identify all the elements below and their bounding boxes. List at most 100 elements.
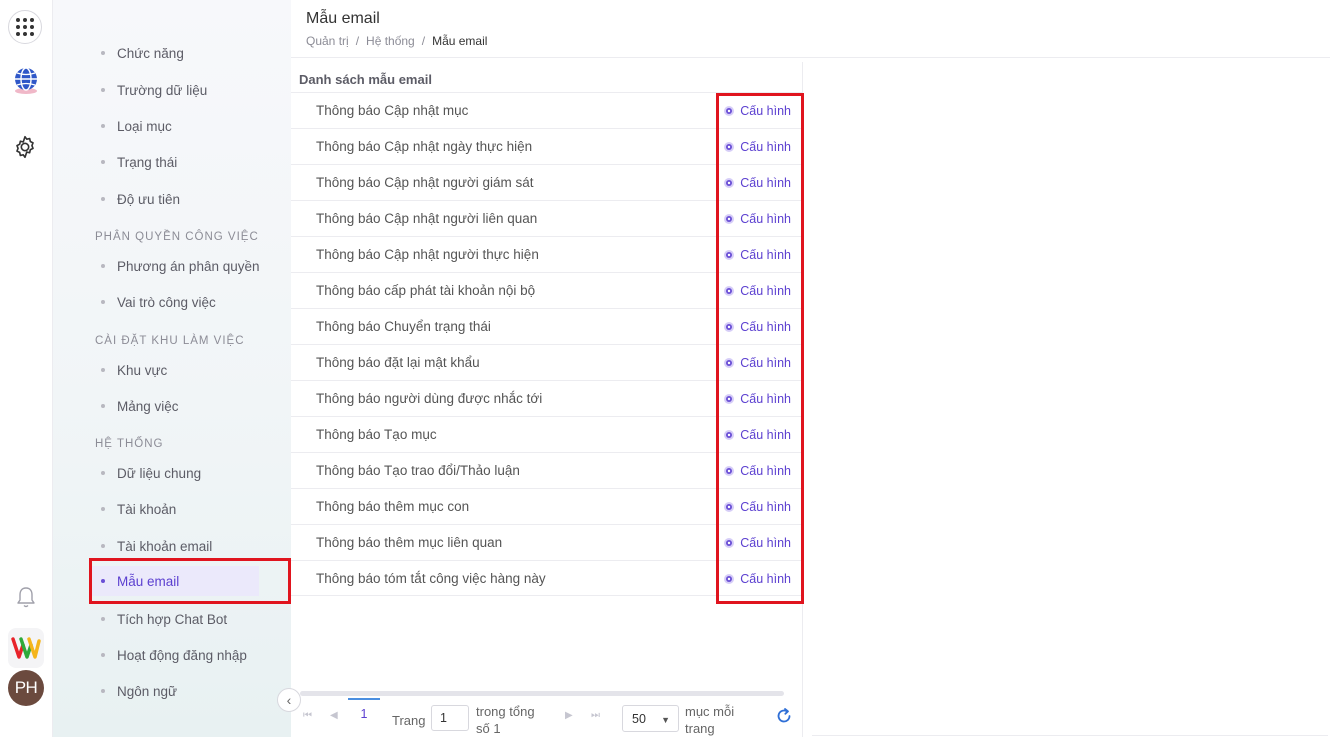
last-page-icon[interactable]: ⏭ <box>591 710 600 721</box>
gear-icon <box>724 358 735 368</box>
detail-panel <box>804 62 1330 737</box>
table-row[interactable]: Thông báo Cập nhật mục Cấu hình <box>291 92 803 128</box>
sidebar-item-mau-email[interactable]: Mẫu email <box>89 566 259 596</box>
gear-icon <box>724 322 735 332</box>
configure-button[interactable]: Cấu hình <box>723 237 791 273</box>
table-row[interactable]: Thông báo cấp phát tài khoản nội bộ Cấu … <box>291 272 803 308</box>
configure-button[interactable]: Cấu hình <box>723 525 791 561</box>
bell-icon[interactable] <box>15 585 37 609</box>
sidebar-item-label: Vai trò công việc <box>117 294 216 310</box>
email-template-list-panel: Danh sách mẫu email Thông báo Cập nhật m… <box>291 62 803 737</box>
table-row[interactable]: Thông báo thêm mục con Cấu hình <box>291 488 803 524</box>
template-name: Thông báo Tạo trao đổi/Thảo luận <box>316 463 520 478</box>
configure-button[interactable]: Cấu hình <box>723 417 791 453</box>
sidebar-item-mang-viec[interactable]: Mảng việc <box>53 391 291 421</box>
configure-button[interactable]: Cấu hình <box>723 309 791 345</box>
sidebar-item-du-lieu-chung[interactable]: Dữ liệu chung <box>53 458 291 488</box>
horizontal-scrollbar[interactable] <box>300 691 784 696</box>
first-page-icon[interactable]: ⏮ <box>303 710 312 721</box>
configure-button-label: Cấu hình <box>740 464 791 478</box>
bullet-dot <box>101 368 105 372</box>
configure-button[interactable]: Cấu hình <box>723 273 791 309</box>
bullet-dot <box>101 471 105 475</box>
configure-button-label: Cấu hình <box>740 428 791 442</box>
page-size-select[interactable]: 50 ▼ <box>622 705 679 732</box>
current-page-indicator[interactable]: 1 <box>348 698 380 728</box>
next-page-icon[interactable]: ▶ <box>565 710 573 721</box>
template-name: Thông báo Cập nhật người thực hiện <box>316 247 539 262</box>
sidebar-item-tai-khoan-email[interactable]: Tài khoản email <box>53 531 291 561</box>
table-row[interactable]: Thông báo Cập nhật người thực hiện Cấu h… <box>291 236 803 272</box>
sidebar-item-truong-du-lieu[interactable]: Trường dữ liệu <box>53 75 291 105</box>
bullet-dot <box>101 579 105 583</box>
configure-button[interactable]: Cấu hình <box>723 345 791 381</box>
page-number-input[interactable] <box>431 705 469 731</box>
bullet-dot <box>101 197 105 201</box>
table-row[interactable]: Thông báo Cập nhật người liên quan Cấu h… <box>291 200 803 236</box>
breadcrumb-item-he-thong[interactable]: Hệ thống <box>366 34 415 48</box>
app-root: PH Chức năng Trường dữ liệu Loại mục Trạ… <box>0 0 1330 737</box>
sidebar-item-vai-tro-cong-viec[interactable]: Vai trò công việc <box>53 287 291 317</box>
sidebar-item-phuong-an-phan-quyen[interactable]: Phương án phân quyền <box>53 251 291 281</box>
configure-button-label: Cấu hình <box>740 104 791 118</box>
table-row[interactable]: Thông báo đặt lại mật khẩu Cấu hình <box>291 344 803 380</box>
sidebar-item-trang-thai[interactable]: Trạng thái <box>53 147 291 177</box>
sidebar-item-tich-hop-chat-bot[interactable]: Tích hợp Chat Bot <box>53 604 291 634</box>
sidebar-item-label: Chức năng <box>117 45 184 61</box>
configure-button-label: Cấu hình <box>740 356 791 370</box>
table-row[interactable]: Thông báo Tạo trao đổi/Thảo luận Cấu hìn… <box>291 452 803 488</box>
refresh-icon[interactable] <box>775 707 793 725</box>
section-title-workspace: CÀI ĐẶT KHU LÀM VIỆC <box>95 335 245 347</box>
configure-button[interactable]: Cấu hình <box>723 201 791 237</box>
bullet-dot <box>101 51 105 55</box>
sidebar-item-ngon-ngu[interactable]: Ngôn ngữ <box>53 676 291 706</box>
page-label: Trang <box>392 713 426 728</box>
sidebar-item-loai-muc[interactable]: Loại mục <box>53 111 291 141</box>
configure-button[interactable]: Cấu hình <box>723 561 791 597</box>
gear-icon <box>724 178 735 188</box>
brand-logo-icon[interactable] <box>8 628 44 668</box>
sidebar-item-hoat-dong-dang-nhap[interactable]: Hoạt động đăng nhập <box>53 640 291 670</box>
gear-icon <box>724 574 735 584</box>
bullet-dot <box>101 507 105 511</box>
sidebar-item-do-uu-tien[interactable]: Độ ưu tiên <box>53 184 291 214</box>
table-row[interactable]: Thông báo tóm tắt công việc hàng này Cấu… <box>291 560 803 596</box>
breadcrumb: Quản trị / Hệ thống / Mẫu email <box>306 34 487 48</box>
configure-button[interactable]: Cấu hình <box>723 129 791 165</box>
configure-button[interactable]: Cấu hình <box>723 489 791 525</box>
gear-icon <box>724 502 735 512</box>
section-title-system: HỆ THỐNG <box>95 438 164 450</box>
configure-button[interactable]: Cấu hình <box>723 93 791 129</box>
sidebar-item-khu-vuc[interactable]: Khu vực <box>53 355 291 385</box>
globe-icon[interactable] <box>10 64 42 96</box>
configure-button[interactable]: Cấu hình <box>723 453 791 489</box>
table-row[interactable]: Thông báo Tạo mục Cấu hình <box>291 416 803 452</box>
table-row[interactable]: Thông báo thêm mục liên quan Cấu hình <box>291 524 803 560</box>
sidebar-item-label: Ngôn ngữ <box>117 683 178 699</box>
gear-icon <box>724 394 735 404</box>
configure-button[interactable]: Cấu hình <box>723 165 791 201</box>
pagination-bar: ⏮ ◀ 1 Trang trong tổng số 1 ▶ ⏭ 50 ▼ mục… <box>291 698 803 737</box>
configure-button-label: Cấu hình <box>740 176 791 190</box>
sidebar-item-chuc-nang[interactable]: Chức năng <box>53 38 291 68</box>
per-page-label-line2: trang <box>685 721 715 736</box>
prev-page-icon[interactable]: ◀ <box>330 710 338 721</box>
sidebar-collapse-button[interactable]: ‹ <box>277 688 301 712</box>
sidebar-item-tai-khoan[interactable]: Tài khoản <box>53 494 291 524</box>
table-row[interactable]: Thông báo Cập nhật người giám sát Cấu hì… <box>291 164 803 200</box>
user-avatar[interactable]: PH <box>8 670 44 706</box>
table-row[interactable]: Thông báo người dùng được nhắc tới Cấu h… <box>291 380 803 416</box>
sidebar-item-label: Mảng việc <box>117 398 179 414</box>
template-name: Thông báo tóm tắt công việc hàng này <box>316 570 546 586</box>
bullet-dot <box>101 300 105 304</box>
configure-button[interactable]: Cấu hình <box>723 381 791 417</box>
template-name: Thông báo đặt lại mật khẩu <box>316 355 480 370</box>
table-row[interactable]: Thông báo Cập nhật ngày thực hiện Cấu hì… <box>291 128 803 164</box>
settings-gear-icon[interactable] <box>12 134 38 160</box>
apps-grid-icon[interactable] <box>8 10 42 44</box>
template-name: Thông báo Cập nhật ngày thực hiện <box>316 139 533 154</box>
table-row[interactable]: Thông báo Chuyển trạng thái Cấu hình <box>291 308 803 344</box>
breadcrumb-item-quan-tri[interactable]: Quản trị <box>306 34 349 48</box>
bullet-dot <box>101 689 105 693</box>
sidebar-item-label: Hoạt động đăng nhập <box>117 647 247 663</box>
